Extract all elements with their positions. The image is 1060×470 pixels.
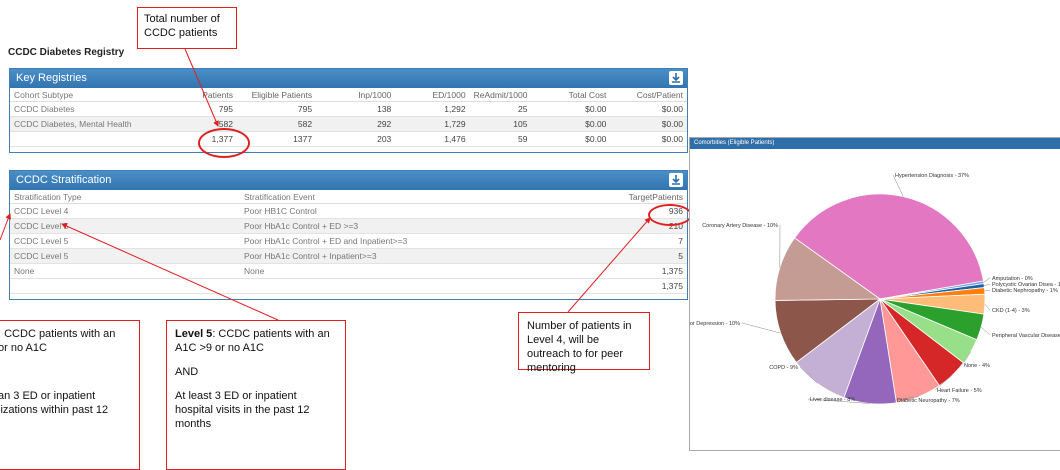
pie-label: None - 4% (964, 363, 990, 369)
pie-leader-line (985, 290, 990, 291)
pie-label: Coronary Artery Disease - 10% (702, 223, 778, 229)
pie-label: Diabetic Nephropathy - 1% (992, 288, 1058, 294)
comorbidities-pie-chart: Hypertension Diagnosis - 37%Amputation -… (690, 149, 1060, 449)
arrow-level4-left (0, 214, 10, 240)
comorbidities-title: Comorbities (Eligible Patients) (690, 138, 1060, 149)
pie-label: COPD - 9% (769, 365, 798, 371)
pie-label: Hypertension Diagnosis - 37% (895, 173, 969, 179)
arrow-level5 (62, 224, 278, 320)
pie-leader-line (981, 327, 990, 335)
pie-leader-line (742, 323, 781, 333)
comorbidities-panel: Comorbities (Eligible Patients) Hyperten… (689, 137, 1060, 451)
pie-leader-line (984, 284, 990, 286)
pie-label: Major Depression - 10% (690, 321, 740, 327)
arrow-level4-count (568, 218, 650, 312)
pie-label: Liver disease - 8% (810, 397, 855, 403)
pie-label: Diabetic Neuropathy - 7% (897, 398, 960, 404)
pie-leader-line (985, 304, 990, 310)
pie-leader-line (984, 278, 990, 282)
pie-label: CKD (1-4) - 3% (992, 308, 1030, 314)
pie-label: Heart Failure - 5% (937, 388, 982, 394)
pie-label: Peripheral Vascular Disease - 4% (992, 333, 1060, 339)
arrow-total (185, 49, 218, 126)
